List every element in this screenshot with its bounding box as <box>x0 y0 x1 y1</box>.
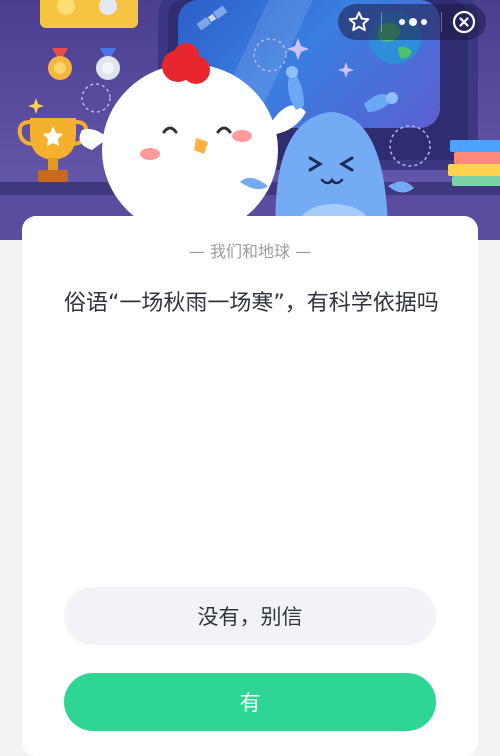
question-category: — 我们和地球 — <box>188 242 312 261</box>
satellite-icon <box>196 5 228 31</box>
answer-option-label: 有 <box>239 692 261 715</box>
answer-option-yes[interactable]: 有 <box>64 673 436 731</box>
question-text: 俗语“一场秋雨一场寒”，有科学依据吗 <box>64 291 439 316</box>
answer-option-label: 没有，别信 <box>197 606 303 629</box>
star-icon[interactable] <box>345 8 373 36</box>
books-icon <box>448 140 500 186</box>
more-icon[interactable] <box>396 8 430 36</box>
answer-option-no[interactable]: 没有，别信 <box>64 587 436 645</box>
medal-icon <box>48 48 120 80</box>
close-icon[interactable] <box>450 8 478 36</box>
trophy-icon <box>17 118 89 182</box>
